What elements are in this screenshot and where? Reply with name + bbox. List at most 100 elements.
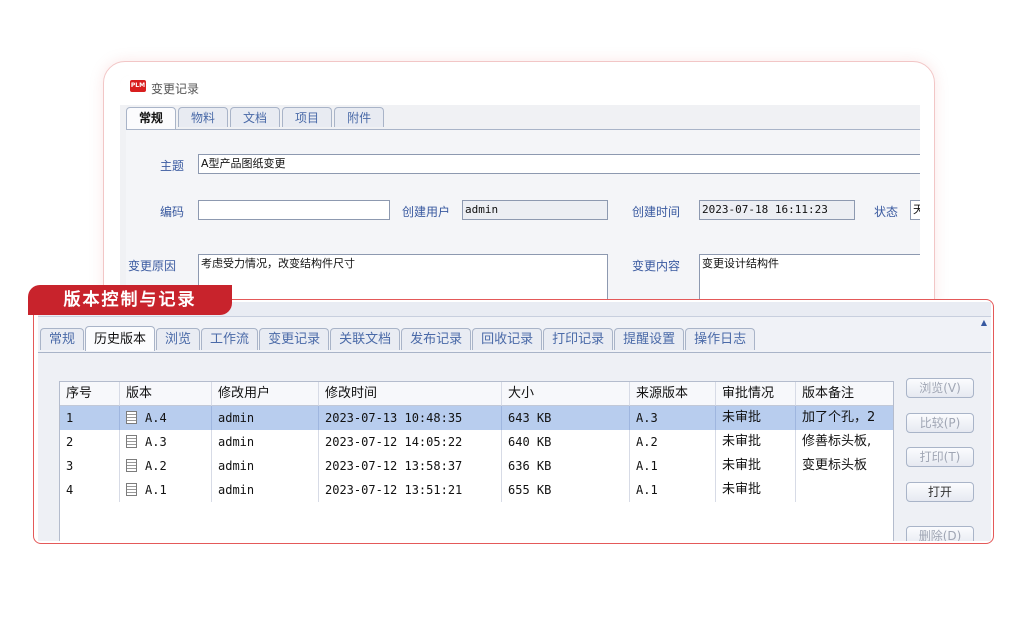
table-row[interactable]: 2 A.3 admin 2023-07-12 14:05:22 640 KB A… xyxy=(60,430,893,454)
cell-no: 4 xyxy=(60,478,120,502)
creator-field: admin xyxy=(462,200,608,220)
cell-no: 3 xyxy=(60,454,120,478)
table-row[interactable]: 1 A.4 admin 2023-07-13 10:48:35 643 KB A… xyxy=(60,406,893,430)
cell-remark: 变更标头板 xyxy=(802,458,868,473)
tab-general[interactable]: 常规 xyxy=(126,107,177,130)
tab-document[interactable]: 文档 xyxy=(230,107,281,127)
front-tab-bar: 常规 历史版本 浏览 工作流 变更记录 关联文档 发布记录 回收记录 打印记录 … xyxy=(40,326,756,352)
created-time-field: 2023-07-18 16:11:23 xyxy=(699,200,855,220)
document-icon xyxy=(126,435,137,448)
tab-material[interactable]: 物料 xyxy=(178,107,229,127)
content-field[interactable]: 变更设计结构件 xyxy=(699,254,920,305)
tab-recycle-records[interactable]: 回收记录 xyxy=(472,328,543,350)
cell-time: 2023-07-12 13:58:37 xyxy=(319,454,502,478)
tab-workflow[interactable]: 工作流 xyxy=(201,328,259,350)
tab-attachment[interactable]: 附件 xyxy=(334,107,385,127)
table-row[interactable]: 4 A.1 admin 2023-07-12 13:51:21 655 KB A… xyxy=(60,478,893,502)
cell-user: admin xyxy=(212,430,319,454)
header-size[interactable]: 大小 xyxy=(502,382,630,406)
tab-release-records[interactable]: 发布记录 xyxy=(401,328,472,350)
history-panel: 序号 版本 修改用户 修改时间 大小 来源版本 审批情况 版本备注 1 A.4 … xyxy=(38,352,991,541)
back-tab-bar: 常规 物料 文档 项目 附件 xyxy=(126,107,386,130)
cell-approval: 未审批 xyxy=(716,406,796,430)
subject-label: 主题 xyxy=(160,159,185,173)
header-source[interactable]: 来源版本 xyxy=(630,382,716,406)
table-header-row: 序号 版本 修改用户 修改时间 大小 来源版本 审批情况 版本备注 xyxy=(60,382,893,406)
window-title: 变更记录 xyxy=(151,82,200,96)
cell-time: 2023-07-12 13:51:21 xyxy=(319,478,502,502)
print-button[interactable]: 打印(T) xyxy=(906,447,974,467)
cell-remark: 加了个孔，2 xyxy=(802,410,876,425)
creator-label: 创建用户 xyxy=(402,205,451,219)
header-approval[interactable]: 审批情况 xyxy=(716,382,796,406)
header-version[interactable]: 版本 xyxy=(120,382,212,406)
header-no[interactable]: 序号 xyxy=(60,382,120,406)
cell-approval: 未审批 xyxy=(716,478,796,502)
section-tag: 版本控制与记录 xyxy=(28,285,232,315)
cell-size: 655 KB xyxy=(502,478,630,502)
cell-remark xyxy=(796,478,893,502)
document-icon xyxy=(126,411,137,424)
cell-source: A.1 xyxy=(630,478,716,502)
document-icon xyxy=(126,483,137,496)
status-field[interactable]: 天 xyxy=(910,200,920,220)
cell-no: 2 xyxy=(60,430,120,454)
cell-time: 2023-07-13 10:48:35 xyxy=(319,406,502,430)
cell-source: A.1 xyxy=(630,454,716,478)
delete-button[interactable]: 删除(D) xyxy=(906,526,974,541)
cell-size: 640 KB xyxy=(502,430,630,454)
version-text: A.2 xyxy=(145,459,167,473)
tab-operation-log[interactable]: 操作日志 xyxy=(685,328,756,350)
cell-version: A.1 xyxy=(120,478,212,502)
compare-button[interactable]: 比较(P) xyxy=(906,413,974,433)
version-table: 序号 版本 修改用户 修改时间 大小 来源版本 审批情况 版本备注 1 A.4 … xyxy=(59,381,894,541)
version-history-card: ▲ 常规 历史版本 浏览 工作流 变更记录 关联文档 发布记录 回收记录 打印记… xyxy=(33,299,994,544)
cell-approval: 未审批 xyxy=(716,430,796,454)
browse-button[interactable]: 浏览(V) xyxy=(906,378,974,398)
reason-label: 变更原因 xyxy=(128,259,177,273)
table-row[interactable]: 3 A.2 admin 2023-07-12 13:58:37 636 KB A… xyxy=(60,454,893,478)
cell-version: A.4 xyxy=(120,406,212,430)
code-field[interactable] xyxy=(198,200,390,220)
header-user[interactable]: 修改用户 xyxy=(212,382,319,406)
cell-approval: 未审批 xyxy=(716,454,796,478)
plm-app-icon: PLM xyxy=(130,80,146,92)
subject-field[interactable]: A型产品图纸变更 xyxy=(198,154,920,174)
version-history-window: ▲ 常规 历史版本 浏览 工作流 变更记录 关联文档 发布记录 回收记录 打印记… xyxy=(38,302,991,541)
tab-related-docs[interactable]: 关联文档 xyxy=(330,328,401,350)
tab-general[interactable]: 常规 xyxy=(40,328,85,350)
cell-size: 643 KB xyxy=(502,406,630,430)
version-text: A.4 xyxy=(145,411,167,425)
tab-project[interactable]: 项目 xyxy=(282,107,333,127)
scroll-up-arrow-icon[interactable]: ▲ xyxy=(979,318,989,328)
cell-version: A.2 xyxy=(120,454,212,478)
cell-remark: 修善标头板, xyxy=(802,434,872,449)
window-titlebar: PLM 变更记录 xyxy=(120,75,920,105)
cell-source: A.3 xyxy=(630,406,716,430)
cell-version: A.3 xyxy=(120,430,212,454)
code-label: 编码 xyxy=(160,205,185,219)
cell-time: 2023-07-12 14:05:22 xyxy=(319,430,502,454)
reason-field[interactable]: 考虑受力情况，改变结构件尺寸 xyxy=(198,254,608,305)
cell-no: 1 xyxy=(60,406,120,430)
status-label: 状态 xyxy=(874,205,899,219)
cell-size: 636 KB xyxy=(502,454,630,478)
cell-user: admin xyxy=(212,454,319,478)
version-text: A.1 xyxy=(145,483,167,497)
header-time[interactable]: 修改时间 xyxy=(319,382,502,406)
document-icon xyxy=(126,459,137,472)
cell-user: admin xyxy=(212,406,319,430)
version-text: A.3 xyxy=(145,435,167,449)
tab-print-records[interactable]: 打印记录 xyxy=(543,328,614,350)
header-remark[interactable]: 版本备注 xyxy=(796,382,893,406)
change-form: 主题 A型产品图纸变更 编码 创建用户 admin 创建时间 2023-07-1… xyxy=(126,129,920,305)
tab-browse[interactable]: 浏览 xyxy=(156,328,201,350)
created-time-label: 创建时间 xyxy=(632,205,681,219)
content-label: 变更内容 xyxy=(632,259,681,273)
cell-user: admin xyxy=(212,478,319,502)
tab-history-versions[interactable]: 历史版本 xyxy=(85,326,156,351)
open-button[interactable]: 打开 xyxy=(906,482,974,502)
tab-reminder-settings[interactable]: 提醒设置 xyxy=(614,328,685,350)
tab-change-records[interactable]: 变更记录 xyxy=(259,328,330,350)
change-record-window: PLM 变更记录 常规 物料 文档 项目 附件 主题 A型产品图纸变更 编码 创… xyxy=(120,75,920,305)
